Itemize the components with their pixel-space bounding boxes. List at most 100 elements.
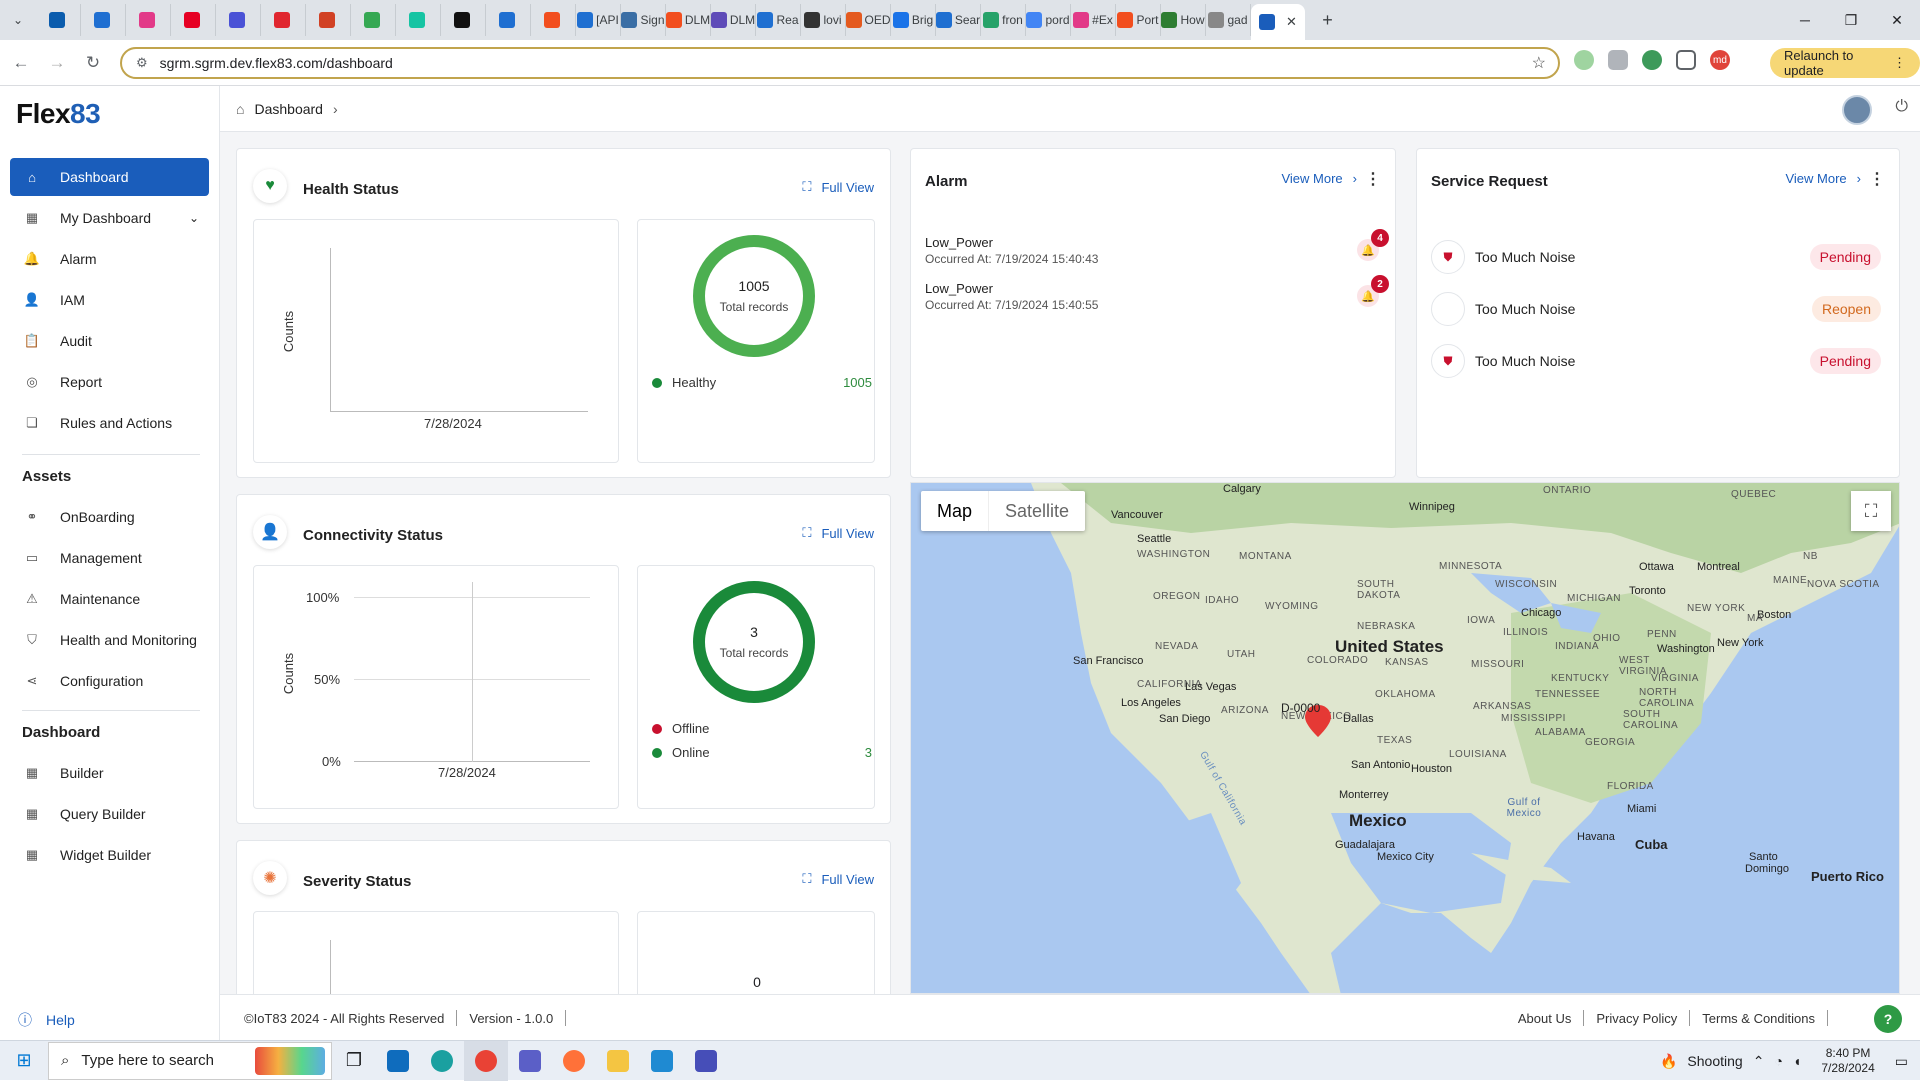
restore-icon[interactable]: ❐ <box>1828 0 1874 40</box>
clock[interactable]: 8:40 PM 7/28/2024 <box>1821 1046 1874 1076</box>
view-more-link[interactable]: View More › <box>1281 171 1357 186</box>
extension-icon[interactable] <box>1574 50 1594 70</box>
browser-tab[interactable]: OED <box>846 4 891 36</box>
browser-tab[interactable]: DLM <box>711 4 756 36</box>
new-tab-button[interactable]: + <box>1305 4 1350 36</box>
full-view-button[interactable]: ⛶ Full View <box>802 871 874 887</box>
relaunch-button[interactable]: Relaunch to update ⋮ <box>1770 48 1920 78</box>
close-window-icon[interactable]: ✕ <box>1874 0 1920 40</box>
sidebar-item-dashboard[interactable]: ⌂ Dashboard <box>10 158 209 196</box>
terms-link[interactable]: Terms & Conditions <box>1702 1011 1815 1026</box>
sidebar-item-alarm[interactable]: 🔔 Alarm <box>10 240 209 278</box>
file-explorer-icon[interactable] <box>596 1041 640 1081</box>
sidebar-item-query-builder[interactable]: ▦ Query Builder <box>10 795 209 833</box>
device-marker[interactable]: D-0000 <box>1281 701 1331 737</box>
browser-tab[interactable] <box>486 4 531 36</box>
taskbar-search-input[interactable]: ⌕ Type here to search <box>48 1041 332 1080</box>
satellite-button[interactable]: Satellite <box>988 491 1085 531</box>
sidebar-item-management[interactable]: ▭ Management <box>10 539 209 577</box>
windows-start-icon[interactable]: ⊞ <box>0 1041 48 1081</box>
logo[interactable]: Flex83 <box>16 98 101 130</box>
browser-tab[interactable]: Sign <box>621 4 666 36</box>
teams-classic-icon[interactable] <box>684 1041 728 1081</box>
chevron-up-icon[interactable]: ⌃ <box>1753 1053 1765 1070</box>
chevron-down-icon[interactable]: ⌄ <box>189 211 199 225</box>
sidebar-item-iam[interactable]: 👤 IAM <box>10 281 209 319</box>
user-avatar[interactable] <box>1842 95 1872 125</box>
browser-tab[interactable]: [API <box>576 4 621 36</box>
sidebar-item-my-dashboard[interactable]: ▦ My Dashboard ⌄ <box>10 199 209 237</box>
back-icon[interactable]: ← <box>6 48 36 78</box>
alarm-item[interactable]: Low_Power Occurred At: 7/19/2024 15:40:4… <box>925 229 1389 266</box>
sidebar-item-audit[interactable]: 📋 Audit <box>10 322 209 360</box>
teams-app-icon[interactable] <box>508 1041 552 1081</box>
profile-avatar[interactable]: md <box>1710 50 1730 70</box>
volume-icon[interactable]: ◖ <box>1793 1053 1801 1069</box>
weather-text[interactable]: Shooting <box>1687 1053 1742 1069</box>
reload-icon[interactable]: ↻ <box>78 48 108 78</box>
more-vert-icon[interactable]: ⋮ <box>1869 169 1885 189</box>
more-vert-icon[interactable]: ⋮ <box>1365 169 1381 189</box>
sidebar-item-builder[interactable]: ▦ Builder <box>10 754 209 792</box>
network-icon[interactable]: ◔ <box>1774 1053 1782 1069</box>
browser-tab[interactable]: #Ex <box>1071 4 1116 36</box>
browser-tab[interactable]: pord <box>1026 4 1071 36</box>
help-link[interactable]: ⓘ Help <box>18 1010 75 1030</box>
full-view-button[interactable]: ⛶ Full View <box>802 179 874 195</box>
browser-tab[interactable] <box>81 4 126 36</box>
sidebar-item-widget-builder[interactable]: ▦ Widget Builder <box>10 836 209 874</box>
browser-tab[interactable] <box>171 4 216 36</box>
browser-tab[interactable] <box>216 4 261 36</box>
browser-tab[interactable] <box>306 4 351 36</box>
browser-tab[interactable] <box>396 4 441 36</box>
sidebar-item-configuration[interactable]: ⋖ Configuration <box>10 662 209 700</box>
power-icon[interactable]: ⏻ <box>1895 98 1908 116</box>
mail-app-icon[interactable] <box>376 1041 420 1081</box>
alarm-item[interactable]: Low_Power Occurred At: 7/19/2024 15:40:5… <box>925 275 1389 312</box>
view-more-link[interactable]: View More › <box>1785 171 1861 186</box>
sidebar-item-rules-and-actions[interactable]: ❏ Rules and Actions <box>10 404 209 442</box>
service-request-item[interactable]: ⛊ Too Much Noise Pending <box>1431 239 1881 275</box>
service-request-item[interactable]: Too Much Noise Reopen <box>1431 291 1881 327</box>
browser-tab[interactable]: How <box>1161 4 1206 36</box>
about-link[interactable]: About Us <box>1518 1011 1571 1026</box>
bookmark-star-icon[interactable]: ☆ <box>1532 53 1546 73</box>
extension-icon[interactable] <box>1642 50 1662 70</box>
service-request-item[interactable]: ⛊ Too Much Noise Pending <box>1431 343 1881 379</box>
full-view-button[interactable]: ⛶ Full View <box>802 525 874 541</box>
notification-icon[interactable]: ▭ <box>1895 1053 1908 1070</box>
site-info-icon[interactable]: ⚙ <box>136 55 148 71</box>
forward-icon[interactable]: → <box>42 48 72 78</box>
privacy-link[interactable]: Privacy Policy <box>1596 1011 1677 1026</box>
edge-browser-icon[interactable] <box>420 1041 464 1081</box>
browser-tab[interactable]: gad <box>1206 4 1251 36</box>
map-button[interactable]: Map <box>921 491 988 531</box>
close-icon[interactable]: ✕ <box>1286 14 1297 30</box>
browser-tab[interactable] <box>351 4 396 36</box>
browser-tab[interactable] <box>126 4 171 36</box>
vscode-app-icon[interactable] <box>640 1041 684 1081</box>
breadcrumb-item[interactable]: Dashboard <box>254 101 323 117</box>
browser-tab[interactable] <box>36 4 81 36</box>
browser-tab[interactable]: Brig <box>891 4 936 36</box>
home-icon[interactable]: ⌂ <box>236 101 244 117</box>
active-tab[interactable]: ✕ <box>1251 4 1305 40</box>
firefox-browser-icon[interactable] <box>552 1041 596 1081</box>
browser-tab[interactable] <box>441 4 486 36</box>
task-view-icon[interactable]: ❐ <box>332 1041 376 1081</box>
browser-tab[interactable] <box>531 4 576 36</box>
extension-icon[interactable] <box>1608 50 1628 70</box>
fullscreen-icon[interactable]: ⛶ <box>1851 491 1891 531</box>
browser-tab[interactable]: fron <box>981 4 1026 36</box>
help-chat-icon[interactable]: ? <box>1874 1005 1902 1033</box>
browser-tab[interactable]: DLM <box>666 4 711 36</box>
device-map[interactable]: Map Satellite ⛶ Calgary ONTARIO QUEBEC W… <box>910 482 1900 994</box>
chrome-browser-icon[interactable] <box>464 1040 508 1081</box>
minimize-icon[interactable]: ─ <box>1782 0 1828 40</box>
url-input[interactable]: ⚙ sgrm.sgrm.dev.flex83.com/dashboard ☆ <box>120 47 1560 79</box>
sidebar-item-health-and-monitoring[interactable]: ⛉ Health and Monitoring <box>10 621 209 659</box>
browser-tab[interactable]: Port <box>1116 4 1161 36</box>
puzzle-icon[interactable] <box>1676 50 1696 70</box>
browser-tab[interactable]: lovi <box>801 4 846 36</box>
sidebar-item-maintenance[interactable]: ⚠ Maintenance <box>10 580 209 618</box>
